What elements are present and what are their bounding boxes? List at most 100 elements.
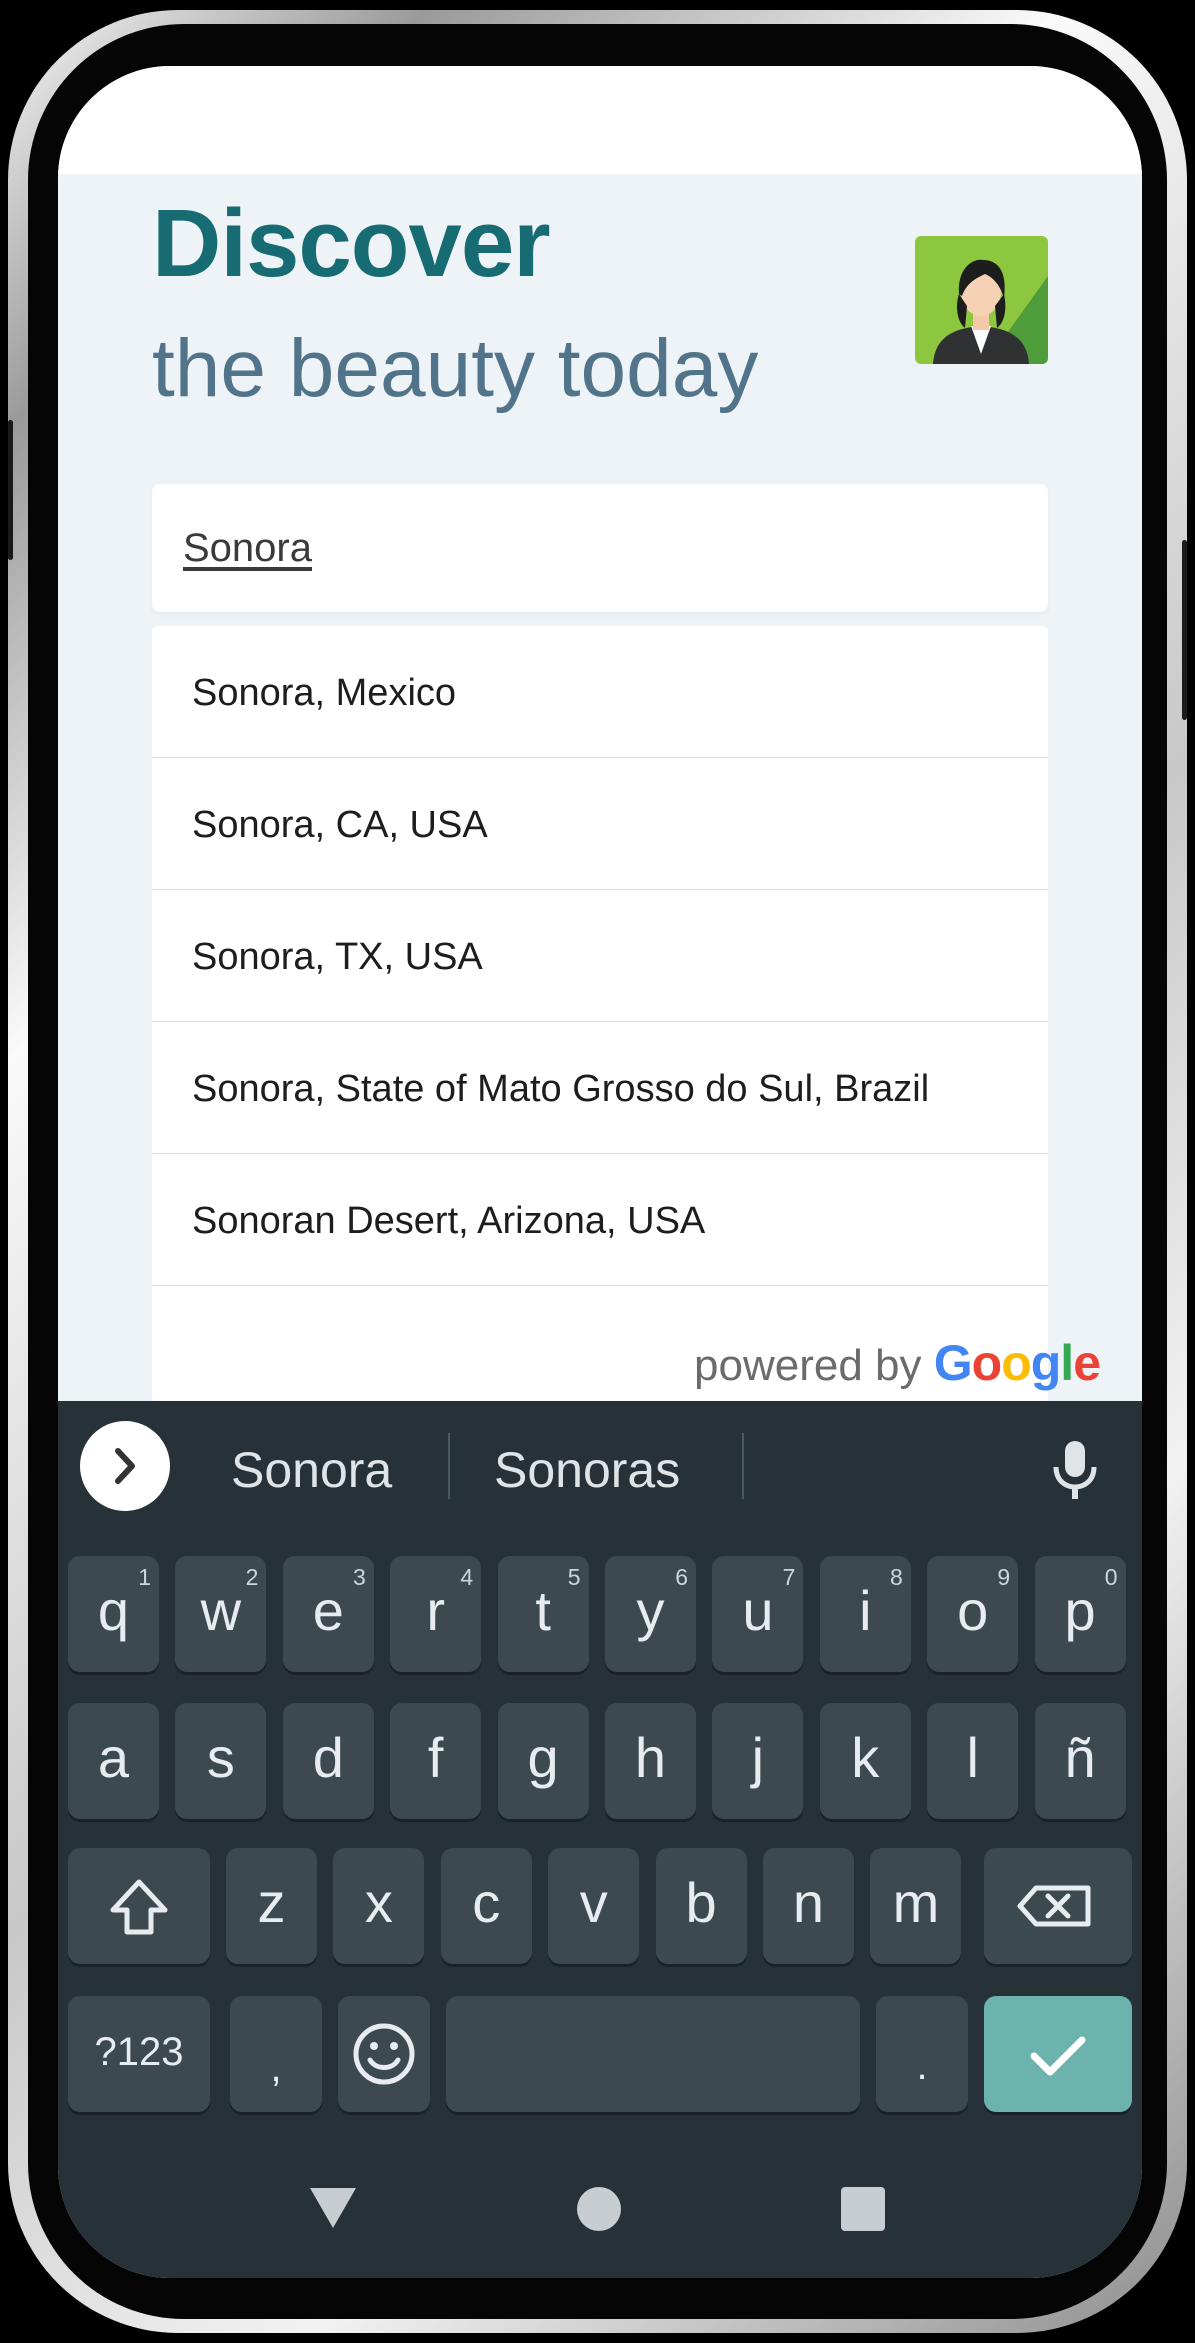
letter-key[interactable]: ñ <box>1034 1703 1126 1819</box>
search-input[interactable]: Sonora <box>152 484 1048 612</box>
symbols-key-label: ?123 <box>94 2030 184 2074</box>
key-number-hint: 7 <box>782 1564 796 1590</box>
suggestion-label: Sonora, Mexico <box>192 672 457 714</box>
letter-key-label: i <box>859 1579 872 1643</box>
page-subtitle: the beauty today <box>152 323 759 414</box>
google-letter: e <box>1073 1335 1101 1391</box>
chevron-right-icon <box>115 1448 135 1484</box>
letter-key-label: s <box>206 1726 235 1790</box>
soft-keyboard: Sonora Sonoras q1w2e3r4t5y6u7i8o9p0 asdf… <box>58 1401 1142 2278</box>
letter-key[interactable]: r4 <box>390 1556 482 1672</box>
word-suggestion[interactable]: Sonoras <box>494 1441 680 1499</box>
search-input-value[interactable]: Sonora <box>183 526 312 571</box>
suggestion-label: Sonora, TX, USA <box>192 936 483 978</box>
space-key[interactable] <box>446 1996 860 2112</box>
suggestion-item[interactable]: Sonora, TX, USA <box>152 890 1048 1022</box>
letter-key-label: j <box>751 1726 765 1790</box>
back-triangle-icon[interactable] <box>306 2184 360 2232</box>
comma-key[interactable]: , <box>230 1996 322 2112</box>
letter-key[interactable]: v <box>548 1848 640 1964</box>
letter-key[interactable]: n <box>763 1848 854 1964</box>
letter-key[interactable]: m <box>870 1848 962 1964</box>
letter-key-label: q <box>97 1579 130 1643</box>
letter-key-label: r <box>426 1579 446 1643</box>
voice-input-button[interactable] <box>1048 1439 1102 1501</box>
letter-key[interactable]: b <box>655 1848 747 1964</box>
home-circle-icon[interactable] <box>576 2186 622 2232</box>
key-number-hint: 8 <box>890 1564 903 1590</box>
letter-key-label: e <box>312 1579 344 1643</box>
letter-key[interactable]: e3 <box>282 1556 374 1672</box>
letter-key[interactable]: q1 <box>68 1556 159 1672</box>
letter-key[interactable]: w2 <box>175 1556 267 1672</box>
volume-button <box>8 420 13 560</box>
key-number-hint: 0 <box>1104 1564 1118 1590</box>
symbols-key[interactable]: ?123 <box>68 1996 210 2112</box>
suggestion-item[interactable]: Sonora, Mexico <box>152 626 1048 758</box>
period-key[interactable]: . <box>876 1996 968 2112</box>
letter-key-label: ñ <box>1064 1726 1096 1790</box>
shift-icon <box>110 1879 168 1935</box>
letter-key[interactable]: y6 <box>605 1556 696 1672</box>
letter-key-label: k <box>851 1726 880 1790</box>
letter-key-label: u <box>742 1579 774 1643</box>
letter-key[interactable]: z <box>226 1848 317 1964</box>
letter-key-label: y <box>636 1579 665 1643</box>
letter-key-label: d <box>312 1726 344 1790</box>
google-letter: g <box>1030 1335 1062 1391</box>
letter-key[interactable]: c <box>440 1848 532 1964</box>
letter-key[interactable]: g <box>497 1703 589 1819</box>
google-letter: G <box>933 1335 973 1391</box>
google-letter: o <box>971 1335 1003 1391</box>
letter-key[interactable]: a <box>68 1703 159 1819</box>
letter-key[interactable]: f <box>390 1703 482 1819</box>
letter-key[interactable]: h <box>605 1703 696 1819</box>
shift-key[interactable] <box>68 1848 210 1964</box>
backspace-key[interactable] <box>984 1848 1132 1964</box>
word-suggestion[interactable]: Sonora <box>231 1441 392 1499</box>
letter-key[interactable]: d <box>282 1703 374 1819</box>
letter-key-label: m <box>892 1871 940 1935</box>
suggestion-item[interactable]: Sonora, CA, USA <box>152 758 1048 890</box>
letter-key[interactable]: p0 <box>1034 1556 1126 1672</box>
letter-key[interactable]: s <box>175 1703 267 1819</box>
emoji-key[interactable] <box>338 1996 430 2112</box>
letter-key-label: l <box>966 1726 979 1790</box>
suggestion-item[interactable]: Sonoran Desert, Arizona, USA <box>152 1154 1048 1286</box>
period-key-label: . <box>916 2043 928 2088</box>
emoji-icon <box>353 2023 415 2085</box>
letter-key[interactable]: o9 <box>927 1556 1019 1672</box>
letter-key[interactable]: x <box>333 1848 425 1964</box>
letter-key-label: g <box>527 1726 559 1790</box>
letter-key-label: z <box>257 1871 286 1935</box>
suggestion-item[interactable]: Sonora, State of Mato Grosso do Sul, Bra… <box>152 1022 1048 1154</box>
powered-by-text: powered by <box>694 1341 922 1390</box>
suggestion-label: Sonoran Desert, Arizona, USA <box>192 1200 706 1242</box>
recents-square-icon[interactable] <box>840 2186 886 2232</box>
letter-key[interactable]: k <box>819 1703 911 1819</box>
letter-key[interactable]: t5 <box>497 1556 589 1672</box>
letter-key[interactable]: j <box>712 1703 804 1819</box>
enter-key[interactable] <box>984 1996 1132 2112</box>
letter-key[interactable]: u7 <box>712 1556 804 1672</box>
letter-key-label: o <box>957 1579 989 1643</box>
letter-key-label: w <box>200 1579 242 1643</box>
letter-key-label: c <box>472 1871 501 1935</box>
checkmark-icon <box>1030 2036 1086 2076</box>
letter-key[interactable]: i8 <box>819 1556 911 1672</box>
key-number-hint: 1 <box>138 1564 151 1590</box>
letter-key[interactable]: l <box>927 1703 1019 1819</box>
google-letter: l <box>1060 1335 1074 1391</box>
key-number-hint: 9 <box>997 1564 1011 1590</box>
suggestion-label: Sonora, CA, USA <box>192 804 488 846</box>
profile-avatar[interactable] <box>915 236 1048 364</box>
letter-key-label: n <box>792 1871 825 1935</box>
letter-key-label: v <box>579 1871 608 1935</box>
status-bar <box>58 66 1142 174</box>
letter-key-label: x <box>364 1871 393 1935</box>
backspace-icon <box>1017 1885 1091 1927</box>
keyboard-expand-button[interactable] <box>80 1421 170 1511</box>
suggestion-divider <box>448 1433 450 1499</box>
key-number-hint: 4 <box>460 1564 474 1590</box>
keyboard-suggestion-bar: Sonora Sonoras <box>58 1401 1142 1531</box>
